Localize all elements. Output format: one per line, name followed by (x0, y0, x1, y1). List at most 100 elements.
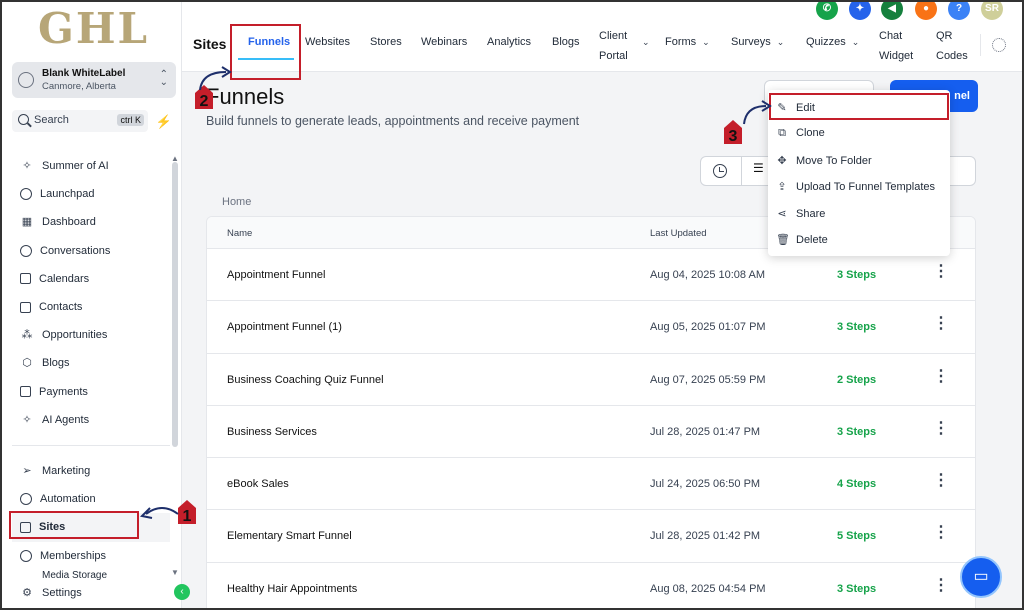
tab-websites[interactable]: Websites (305, 36, 350, 48)
table-row[interactable]: Appointment Funnel (1) Aug 05, 2025 01:0… (207, 301, 975, 354)
funnel-name[interactable]: Appointment Funnel (227, 269, 325, 281)
breadcrumb[interactable]: Home (222, 196, 251, 208)
table-row[interactable]: Elementary Smart Funnel Jul 28, 2025 01:… (207, 510, 975, 563)
lightning-icon[interactable]: ⚡ (154, 112, 174, 132)
tab-label: Forms (665, 36, 697, 48)
sidebar-item-blogs[interactable]: ⬡ Blogs (12, 349, 170, 377)
sidebar-item-media-storage[interactable]: Media Storage (12, 570, 170, 582)
sidebar-item-marketing[interactable]: ➢ Marketing (12, 457, 170, 485)
trash-icon: 🗑 (776, 234, 790, 246)
chevron-left-icon: ‹ (180, 586, 184, 597)
section-title: Sites (193, 36, 227, 52)
more-options-icon[interactable]: ⋮ (933, 522, 949, 542)
highlight-edit-item (769, 93, 949, 120)
menu-item-upload-to-templates[interactable]: ⇪ Upload To Funnel Templates (776, 180, 935, 193)
tab-chat-widget[interactable]: Chat Widget (879, 26, 913, 66)
table-row[interactable]: Business Services Jul 28, 2025 01:47 PM … (207, 406, 975, 459)
more-options-icon[interactable]: ⋮ (933, 575, 949, 595)
menu-item-clone[interactable]: ⧉ Clone (776, 127, 825, 140)
tab-analytics[interactable]: Analytics (487, 36, 531, 48)
list-view-icon[interactable]: ☰ (753, 161, 764, 175)
more-options-icon[interactable]: ⋮ (933, 418, 949, 438)
bell-icon[interactable]: ● (915, 0, 937, 20)
chevron-down-icon: ⌄ (776, 37, 785, 47)
tab-stores[interactable]: Stores (370, 36, 402, 48)
tab-label: Widget (879, 50, 914, 62)
collapse-sidebar-button[interactable]: ‹ (174, 584, 190, 600)
account-switcher[interactable]: Blank WhiteLabel Canmore, Alberta ⌃ ⌄ (12, 62, 176, 98)
table-row[interactable]: Appointment Funnel Aug 04, 2025 10:08 AM… (207, 249, 975, 302)
sidebar-item-settings[interactable]: ⚙ Settings (12, 582, 170, 604)
table-row[interactable]: eBook Sales Jul 24, 2025 06:50 PM 4 Step… (207, 458, 975, 511)
search-button[interactable]: Search ctrl K (12, 110, 148, 132)
scroll-down-icon[interactable]: ▼ (171, 568, 179, 577)
funnel-name[interactable]: Healthy Hair Appointments (227, 583, 357, 595)
more-options-icon[interactable]: ⋮ (933, 366, 949, 386)
sidebar-item-ai-agents[interactable]: ✧ AI Agents (12, 406, 170, 434)
sidebar-item-conversations[interactable]: Conversations (12, 237, 170, 265)
upload-icon: ⇪ (777, 181, 787, 193)
clock-icon[interactable] (713, 164, 727, 178)
sidebar-item-dashboard[interactable]: ▦ Dashboard (12, 208, 170, 236)
tab-forms[interactable]: Forms ⌄ (665, 36, 710, 48)
help-icon[interactable]: ? (948, 0, 970, 20)
top-navigation: Sites Funnels Websites Stores Webinars A… (182, 0, 1022, 72)
table-row[interactable]: Business Coaching Quiz Funnel Aug 07, 20… (207, 354, 975, 406)
sidebar-item-payments[interactable]: Payments (12, 378, 170, 406)
step-number: 3 (724, 128, 742, 145)
tab-webinars[interactable]: Webinars (421, 36, 467, 48)
megaphone-icon[interactable]: ◀ (881, 0, 903, 20)
opportunities-icon: ⁂ (21, 329, 33, 342)
sidebar-item-label: Opportunities (42, 329, 108, 342)
tab-quizzes[interactable]: Quizzes ⌄ (806, 36, 859, 48)
account-avatar-icon (18, 72, 34, 88)
funnel-name[interactable]: eBook Sales (227, 478, 289, 490)
tab-client-portal[interactable]: Client Portal (599, 26, 628, 66)
phone-icon[interactable]: ✆ (816, 0, 838, 20)
payments-icon (20, 386, 31, 398)
brand-logo[interactable]: GHL (38, 4, 149, 53)
more-options-icon[interactable]: ⋮ (933, 313, 949, 333)
magic-icon[interactable]: ✦ (849, 0, 871, 20)
column-name[interactable]: Name (227, 228, 252, 239)
sidebar-item-label: Settings (42, 586, 82, 599)
more-options-icon[interactable]: ⋮ (933, 261, 949, 281)
settings-gear-icon[interactable] (992, 38, 1006, 52)
sidebar-item-launchpad[interactable]: Launchpad (12, 180, 170, 208)
menu-item-label: Delete (796, 234, 828, 246)
tab-label: Client (599, 30, 628, 42)
funnel-name[interactable]: Business Services (227, 426, 317, 438)
menu-item-label: Move To Folder (796, 155, 872, 167)
user-avatar[interactable]: SR (981, 0, 1003, 20)
funnel-name[interactable]: Appointment Funnel (1) (227, 321, 342, 333)
dashboard-icon: ▦ (21, 216, 33, 229)
menu-item-move-to-folder[interactable]: ✥ Move To Folder (776, 154, 872, 167)
sidebar-item-contacts[interactable]: Contacts (12, 293, 170, 321)
menu-item-delete[interactable]: 🗑 Delete (776, 233, 828, 246)
sidebar-item-summer-of-ai[interactable]: ✧ Summer of AI (12, 152, 170, 180)
sidebar-item-calendars[interactable]: Calendars (12, 265, 170, 293)
sidebar-item-opportunities[interactable]: ⁂ Opportunities (12, 321, 170, 349)
funnel-name[interactable]: Elementary Smart Funnel (227, 530, 352, 542)
tab-qr-codes[interactable]: QR Codes (936, 26, 968, 66)
more-options-icon[interactable]: ⋮ (933, 470, 949, 490)
sidebar-scrollbar[interactable] (172, 162, 178, 447)
sidebar-item-label: Calendars (39, 272, 90, 285)
tab-surveys[interactable]: Surveys ⌄ (731, 36, 784, 48)
chat-support-button[interactable]: ▭ (960, 556, 1002, 598)
sidebar-item-label: Payments (39, 385, 88, 398)
search-icon (18, 114, 29, 125)
tab-label: Portal (599, 50, 628, 62)
funnel-updated: Aug 05, 2025 01:07 PM (650, 321, 766, 334)
tab-blogs[interactable]: Blogs (552, 36, 580, 48)
nav-separator (980, 34, 981, 56)
client-portal-chevron-icon[interactable]: ⌄ (636, 36, 650, 48)
sidebar-item-memberships[interactable]: Memberships (12, 542, 170, 570)
column-last-updated[interactable]: Last Updated (650, 228, 707, 239)
menu-item-share[interactable]: ⋖ Share (776, 207, 825, 220)
sidebar-item-label: Media Storage (42, 569, 108, 581)
table-row[interactable]: Healthy Hair Appointments Aug 08, 2025 0… (207, 563, 975, 610)
tab-label: Quizzes (806, 36, 846, 48)
page-subtitle: Build funnels to generate leads, appoint… (206, 114, 580, 128)
funnel-name[interactable]: Business Coaching Quiz Funnel (227, 374, 384, 386)
